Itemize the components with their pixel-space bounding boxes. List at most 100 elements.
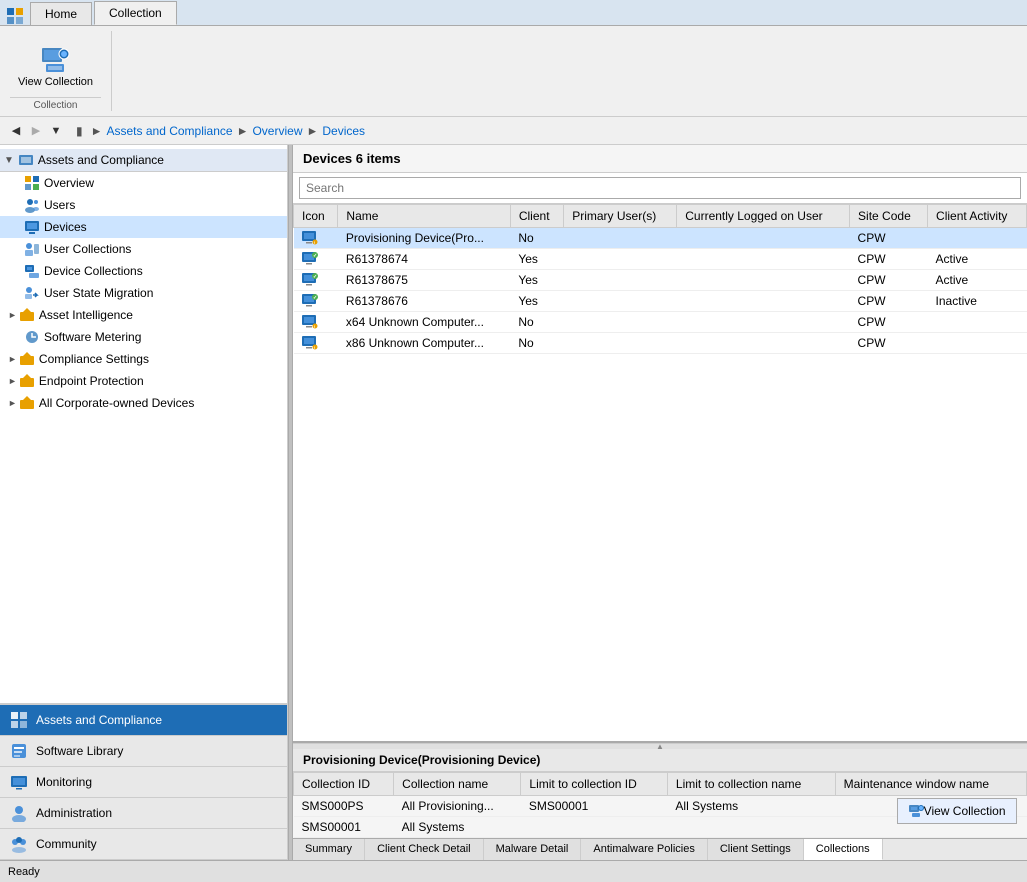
sidebar-item-devices[interactable]: Devices <box>0 216 287 238</box>
software-metering-icon <box>24 329 40 345</box>
tab-antimalware[interactable]: Antimalware Policies <box>581 839 707 860</box>
tab-malware[interactable]: Malware Detail <box>484 839 582 860</box>
endpoint-icon <box>19 373 35 389</box>
app-icon <box>6 7 24 25</box>
tab-home[interactable]: Home <box>30 2 92 25</box>
row-primary-2 <box>564 270 677 291</box>
view-collection-btn-icon <box>908 803 924 819</box>
breadcrumb-overview[interactable]: Overview <box>252 124 302 138</box>
tab-client-settings[interactable]: Client Settings <box>708 839 804 860</box>
bottom-row-id-1: SMS00001 <box>294 817 394 838</box>
sidebar: ▼ Assets and Compliance Overview Users <box>0 145 288 860</box>
sidebar-bottom-community[interactable]: Community <box>0 829 287 860</box>
sidebar-item-users[interactable]: Users <box>0 194 287 216</box>
col-name[interactable]: Name <box>338 205 510 228</box>
row-primary-3 <box>564 291 677 312</box>
sidebar-item-overview[interactable]: Overview <box>0 172 287 194</box>
main-layout: ▼ Assets and Compliance Overview Users <box>0 145 1027 860</box>
sidebar-overview-label: Overview <box>44 176 94 190</box>
user-state-icon <box>24 285 40 301</box>
col-collection-id[interactable]: Collection ID <box>294 773 394 796</box>
nav-bar: ◀ ▶ ▼ ▮ ► Assets and Compliance ► Overvi… <box>0 117 1027 145</box>
sidebar-corporate-label: All Corporate-owned Devices <box>39 396 194 410</box>
bottom-tabs: Summary Client Check Detail Malware Deta… <box>293 838 1027 860</box>
sidebar-item-device-collections[interactable]: Device Collections <box>0 260 287 282</box>
sidebar-bottom-admin[interactable]: Administration <box>0 798 287 829</box>
sidebar-root-label[interactable]: Assets and Compliance <box>38 153 164 167</box>
sidebar-item-asset-intelligence[interactable]: ► Asset Intelligence <box>0 304 287 326</box>
svg-text:✓: ✓ <box>313 274 317 280</box>
sidebar-device-collections-label: Device Collections <box>44 264 143 278</box>
row-primary-1 <box>564 249 677 270</box>
device-icon-1: ✓ <box>302 252 318 266</box>
row-primary-5 <box>564 333 677 354</box>
sidebar-bottom-monitoring[interactable]: Monitoring <box>0 767 287 798</box>
tab-collections[interactable]: Collections <box>804 839 883 860</box>
sidebar-item-user-collections[interactable]: User Collections <box>0 238 287 260</box>
row-logged-2 <box>677 270 850 291</box>
col-site-code[interactable]: Site Code <box>850 205 928 228</box>
table-row[interactable]: ✓ R61378675 Yes CPW Active <box>294 270 1027 291</box>
svg-text:!: ! <box>314 324 315 329</box>
view-collection-label: View Collection <box>18 76 93 89</box>
row-client-2: Yes <box>510 270 563 291</box>
expand-arrow-endpoint: ► <box>8 376 17 386</box>
sidebar-bottom-admin-label: Administration <box>36 806 112 820</box>
sidebar-item-software-metering[interactable]: Software Metering <box>0 326 287 348</box>
device-icon-5: ! <box>302 336 318 350</box>
back-button[interactable]: ◀ <box>6 121 26 141</box>
row-site-0: CPW <box>850 228 928 249</box>
sidebar-item-corporate-devices[interactable]: ► All Corporate-owned Devices <box>0 392 287 414</box>
expand-arrow-asset: ► <box>8 310 17 320</box>
tree-collapse-arrow[interactable]: ▼ <box>4 155 14 166</box>
tab-client-check[interactable]: Client Check Detail <box>365 839 484 860</box>
view-collection-ribbon-button[interactable]: View Collection <box>10 40 101 93</box>
row-activity-2: Active <box>928 270 1027 291</box>
view-collection-button[interactable]: View Collection <box>897 798 1017 824</box>
breadcrumb-devices[interactable]: Devices <box>322 124 365 138</box>
col-limit-id[interactable]: Limit to collection ID <box>521 773 668 796</box>
device-collections-icon <box>24 263 40 279</box>
row-client-4: No <box>510 312 563 333</box>
col-client[interactable]: Client <box>510 205 563 228</box>
forward-button[interactable]: ▶ <box>26 121 46 141</box>
row-primary-4 <box>564 312 677 333</box>
tab-collection[interactable]: Collection <box>94 1 177 25</box>
row-icon-5: ! <box>294 333 338 354</box>
breadcrumb-assets[interactable]: Assets and Compliance <box>107 124 233 138</box>
table-row[interactable]: ! x64 Unknown Computer... No CPW <box>294 312 1027 333</box>
dropdown-button[interactable]: ▼ <box>46 121 66 141</box>
sidebar-bottom-assets[interactable]: Assets and Compliance <box>0 705 287 736</box>
table-row[interactable]: ! x86 Unknown Computer... No CPW <box>294 333 1027 354</box>
sidebar-item-endpoint-protection[interactable]: ► Endpoint Protection <box>0 370 287 392</box>
bottom-table-row[interactable]: SMS000PS All Provisioning... SMS00001 Al… <box>294 796 1027 817</box>
svg-text:✓: ✓ <box>313 295 317 301</box>
device-icon-2: ✓ <box>302 273 318 287</box>
resize-indicator: ▲ <box>656 742 664 751</box>
sidebar-item-user-state-migration[interactable]: User State Migration <box>0 282 287 304</box>
col-primary-user[interactable]: Primary User(s) <box>564 205 677 228</box>
col-collection-name[interactable]: Collection name <box>394 773 521 796</box>
row-activity-3: Inactive <box>928 291 1027 312</box>
user-collections-icon <box>24 241 40 257</box>
table-row[interactable]: ✓ R61378674 Yes CPW Active <box>294 249 1027 270</box>
row-icon-3: ✓ <box>294 291 338 312</box>
row-name-0: Provisioning Device(Pro... <box>338 228 510 249</box>
row-icon-4: ! <box>294 312 338 333</box>
table-row[interactable]: ! Provisioning Device(Pro... No CPW <box>294 228 1027 249</box>
view-collection-ribbon-icon <box>40 44 72 76</box>
col-maint-window[interactable]: Maintenance window name <box>835 773 1026 796</box>
devices-title: Devices 6 items <box>303 151 401 166</box>
col-logged-user[interactable]: Currently Logged on User <box>677 205 850 228</box>
sidebar-bottom: Assets and Compliance Software Library M… <box>0 703 287 860</box>
sidebar-bottom-software[interactable]: Software Library <box>0 736 287 767</box>
status-text: Ready <box>8 866 40 878</box>
col-activity[interactable]: Client Activity <box>928 205 1027 228</box>
col-icon[interactable]: Icon <box>294 205 338 228</box>
table-row[interactable]: ✓ R61378676 Yes CPW Inactive <box>294 291 1027 312</box>
breadcrumb: ▮ ► Assets and Compliance ► Overview ► D… <box>72 124 365 138</box>
col-limit-name[interactable]: Limit to collection name <box>667 773 835 796</box>
sidebar-item-compliance-settings[interactable]: ► Compliance Settings <box>0 348 287 370</box>
search-input[interactable] <box>299 177 1021 199</box>
tab-summary[interactable]: Summary <box>293 839 365 860</box>
